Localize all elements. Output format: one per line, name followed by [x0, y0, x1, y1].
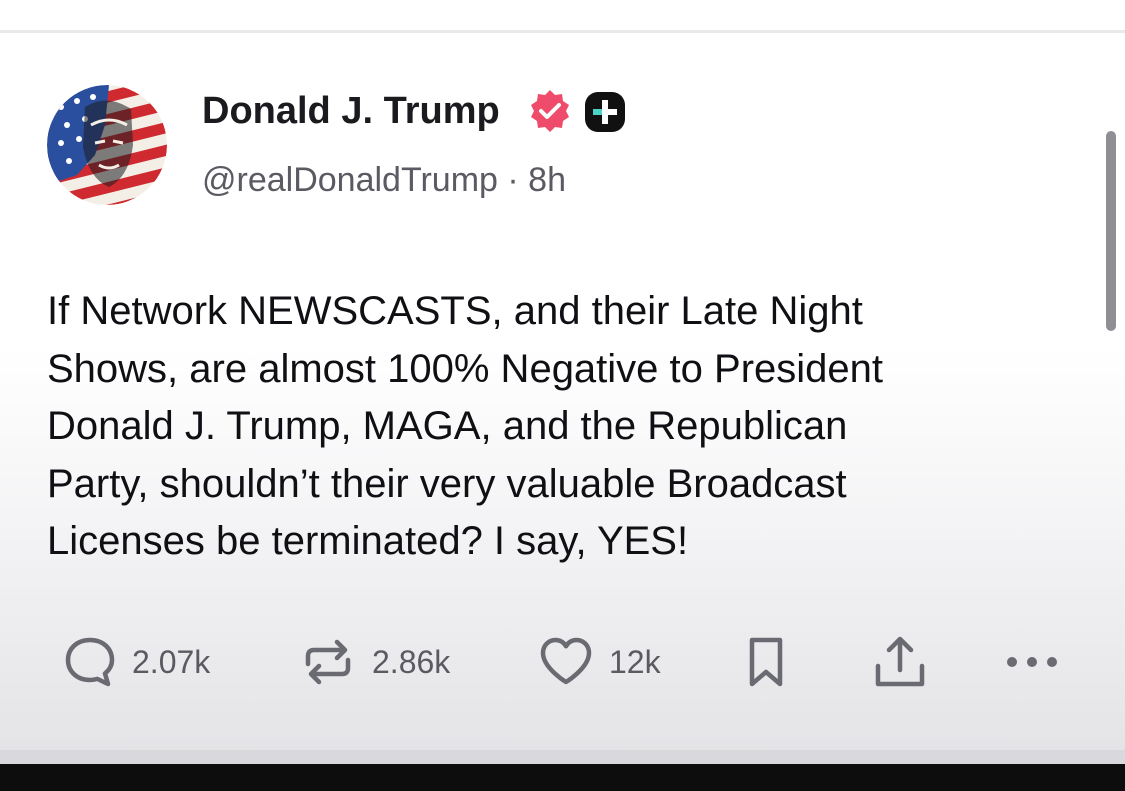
like-count: 12k: [609, 643, 661, 680]
bookmark-icon: [749, 637, 783, 687]
reply-button[interactable]: 2.07k: [62, 634, 210, 690]
reply-count: 2.07k: [132, 643, 211, 680]
post-text-line: Licenses be terminated? I say, YES!: [47, 519, 689, 563]
like-button[interactable]: 12k: [537, 634, 661, 690]
comment-bubble-icon: [65, 637, 115, 687]
scrollbar-thumb[interactable]: [1106, 131, 1116, 331]
bottom-divider: [0, 750, 1125, 764]
separator-dot: ·: [507, 161, 519, 199]
share-button[interactable]: [868, 634, 932, 690]
heart-icon: [540, 637, 592, 685]
post-text-line: Party, shouldn’t their very valuable Bro…: [47, 461, 847, 506]
author-handle-line: @realDonaldTrump · 8h: [202, 158, 566, 202]
post-timestamp[interactable]: 8h: [528, 161, 566, 199]
post-text-line: Shows, are almost 100% Negative to Presi…: [47, 346, 883, 391]
post-text: If Network NEWSCASTS, and their Late Nig…: [47, 283, 1087, 571]
more-options-button[interactable]: [1000, 634, 1064, 690]
author-display-name[interactable]: Donald J. Trump: [202, 88, 500, 134]
ellipsis-icon: [1007, 657, 1057, 667]
avatar[interactable]: [47, 85, 167, 205]
post-text-line: Donald J. Trump, MAGA, and the Republica…: [47, 404, 848, 448]
flag-portrait-avatar-icon: [47, 85, 167, 205]
share-upload-icon: [875, 636, 925, 687]
bookmark-button[interactable]: [738, 634, 794, 690]
author-handle[interactable]: @realDonaldTrump: [202, 161, 498, 199]
repost-arrows-icon: [305, 639, 351, 685]
bottom-bar: [0, 764, 1125, 791]
verified-badge-icon: [527, 88, 573, 134]
repost-count: 2.86k: [372, 643, 451, 680]
top-strip: [0, 0, 1125, 30]
plus-badge-icon: [583, 90, 627, 134]
post-text-line: If Network NEWSCASTS, and their Late Nig…: [47, 289, 863, 333]
repost-button[interactable]: 2.86k: [298, 634, 450, 690]
